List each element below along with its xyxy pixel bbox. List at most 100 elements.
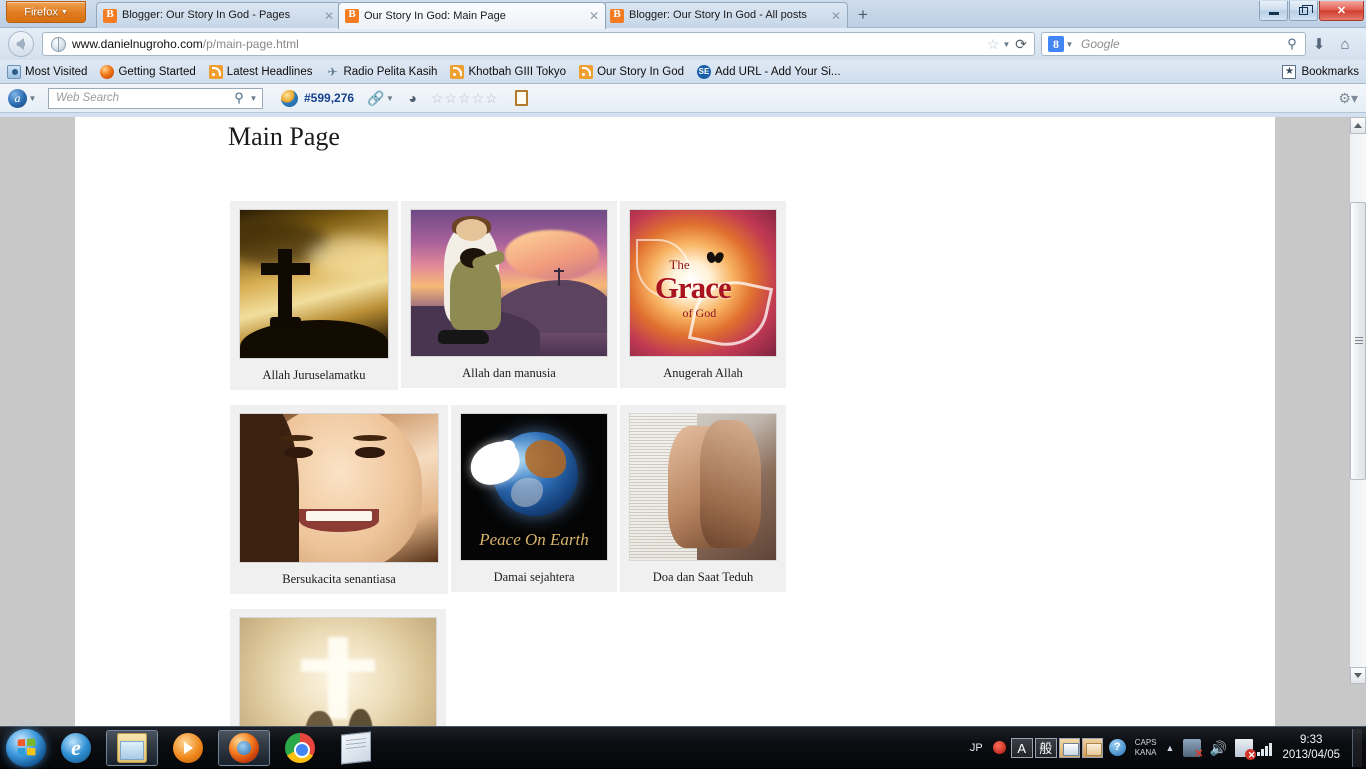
maximize-button[interactable] (1289, 1, 1318, 21)
taskbar-item-windows-explorer[interactable] (106, 730, 158, 766)
card-image-bersukacita-senantiasa[interactable] (239, 413, 439, 563)
media-player-icon (173, 733, 203, 763)
signal-strength-icon[interactable] (1257, 742, 1272, 756)
taskbar-item-notepad[interactable] (330, 730, 382, 766)
traffic-icon[interactable]: ◕ (409, 90, 417, 106)
taskbar-item-media-player[interactable] (162, 730, 214, 766)
clock-date: 2013/04/05 (1282, 749, 1340, 761)
gear-icon[interactable]: ⚙▾ (1338, 90, 1358, 107)
network-disconnected-icon[interactable] (1183, 739, 1201, 757)
tab-close-icon[interactable]: ✕ (829, 10, 843, 22)
ime-help-icon[interactable]: ? (1109, 739, 1126, 756)
clock[interactable]: 9:33 2013/04/05 (1282, 733, 1340, 763)
bookmark-our-story-in-god[interactable]: Our Story In God (579, 65, 684, 79)
card-caption[interactable]: Allah Juruselamatku (262, 368, 365, 383)
home-icon[interactable]: ⌂ (1332, 36, 1358, 53)
ime-language-label[interactable]: JP (970, 742, 983, 754)
alexa-rating-stars[interactable]: ☆☆☆☆☆ (431, 90, 499, 107)
address-bar[interactable]: www.danielnugroho.com/p/main-page.html ☆… (42, 32, 1035, 56)
firefox-menu-button[interactable]: Firefox▼ (6, 1, 86, 23)
page-card[interactable]: Peace On Earth Damai sejahtera (451, 405, 617, 592)
chevron-down-icon[interactable]: ▼ (1064, 40, 1075, 49)
tab-close-icon[interactable]: ✕ (587, 10, 601, 22)
card-image-allah-dan-manusia[interactable] (410, 209, 608, 357)
bookmark-getting-started[interactable]: Getting Started (100, 65, 195, 79)
scrollbar-thumb[interactable] (1350, 202, 1366, 480)
bookmark-most-visited[interactable]: Most Visited (7, 65, 87, 79)
page-card[interactable] (230, 609, 446, 726)
page-card[interactable]: Allah Juruselamatku (230, 201, 398, 390)
page-body: Main Page Allah Juruselamatku (75, 117, 1275, 726)
volume-icon[interactable]: 🔊 (1209, 739, 1227, 757)
page-card[interactable]: Allah dan manusia (401, 201, 617, 388)
search-icon[interactable]: ⚲ (230, 90, 248, 106)
new-tab-button[interactable]: + (852, 5, 874, 26)
bookmark-star-icon[interactable]: ☆ (985, 36, 1001, 53)
reload-icon[interactable]: ⟳ (1012, 36, 1030, 53)
card-image-damai-sejahtera[interactable]: Peace On Earth (460, 413, 608, 561)
ime-input-mode-letter[interactable]: A (1011, 738, 1033, 758)
site-identity-globe-icon (51, 37, 66, 52)
bookmarks-menu-button[interactable]: ★ Bookmarks (1282, 65, 1359, 79)
action-center-flag-icon[interactable] (1235, 739, 1253, 757)
vertical-scrollbar[interactable] (1349, 117, 1366, 684)
chevron-down-icon[interactable]: ▼ (1001, 40, 1012, 49)
chevron-down-icon[interactable]: ▼ (385, 94, 396, 103)
minimize-button[interactable] (1259, 1, 1288, 21)
card-image-doa-dan-saat-teduh[interactable] (629, 413, 777, 561)
card-image-misty-cross[interactable] (239, 617, 437, 726)
start-button[interactable] (6, 729, 46, 767)
card-image-allah-juruselamatku[interactable] (239, 209, 389, 359)
ime-conversion-mode[interactable]: 般 (1035, 738, 1057, 758)
back-button[interactable] (8, 31, 34, 57)
tray-expand-chevron-icon[interactable]: ▲ (1166, 743, 1175, 753)
taskbar-item-firefox[interactable] (218, 730, 270, 766)
downloads-icon[interactable]: ⬇ (1306, 35, 1332, 53)
chevron-down-icon[interactable]: ▼ (27, 94, 38, 103)
scroll-down-button[interactable] (1350, 667, 1366, 684)
search-bar[interactable]: 8 ▼ Google ⚲ (1041, 32, 1306, 56)
grace-main-text: Grace (655, 270, 731, 306)
browser-tab-1[interactable]: Blogger: Our Story In God - Pages ✕ (96, 2, 341, 28)
card-image-anugerah-allah[interactable]: The Grace of God (629, 209, 777, 357)
card-caption[interactable]: Damai sejahtera (494, 570, 575, 585)
ime-tools-icon[interactable] (1082, 738, 1103, 758)
card-caption[interactable]: Bersukacita senantiasa (282, 572, 396, 587)
alexa-logo-icon[interactable]: a (8, 89, 27, 108)
paper-plane-icon: ✈ (325, 65, 339, 79)
minimize-icon (1269, 12, 1279, 15)
page-card[interactable]: Bersukacita senantiasa (230, 405, 448, 594)
ime-status-icon[interactable] (993, 741, 1006, 754)
bookmark-latest-headlines[interactable]: Latest Headlines (209, 65, 313, 79)
link-icon[interactable]: 🔗 (367, 90, 384, 107)
notebook-icon[interactable] (515, 90, 528, 106)
bookmark-khotbah-giii-tokyo[interactable]: Khotbah GIII Tokyo (450, 65, 566, 79)
alexa-rank-value[interactable]: #599,276 (304, 91, 354, 105)
chevron-down-icon[interactable]: ▼ (248, 94, 259, 103)
google-icon[interactable]: 8 (1048, 36, 1064, 52)
bookmark-radio-pelita-kasih[interactable]: ✈ Radio Pelita Kasih (325, 65, 437, 79)
internet-explorer-icon: e (61, 733, 91, 763)
page-card[interactable]: Doa dan Saat Teduh (620, 405, 786, 592)
card-caption[interactable]: Allah dan manusia (462, 366, 556, 381)
cross-icon (328, 637, 348, 719)
firefox-icon (229, 733, 259, 763)
alexa-search-box[interactable]: Web Search ⚲ ▼ (48, 88, 263, 109)
alexa-search-input[interactable]: Web Search (52, 92, 230, 104)
search-input[interactable]: Google (1081, 37, 1283, 51)
taskbar-item-internet-explorer[interactable]: e (50, 730, 102, 766)
taskbar-item-chrome[interactable] (274, 730, 326, 766)
browser-tab-3[interactable]: Blogger: Our Story In God - All posts ✕ (603, 2, 848, 28)
card-caption[interactable]: Doa dan Saat Teduh (653, 570, 754, 585)
close-button[interactable]: ✕ (1319, 1, 1364, 21)
card-caption[interactable]: Anugerah Allah (663, 366, 743, 381)
scroll-up-button[interactable] (1350, 117, 1366, 134)
bookmark-add-url[interactable]: SE Add URL - Add Your Si... (697, 65, 841, 79)
browser-tab-2[interactable]: Our Story In God: Main Page ✕ (338, 2, 606, 29)
search-icon[interactable]: ⚲ (1283, 36, 1301, 52)
show-desktop-button[interactable] (1352, 729, 1362, 767)
ime-dictionary-icon[interactable] (1059, 738, 1080, 758)
bookmark-label: Khotbah GIII Tokyo (468, 66, 566, 78)
page-card[interactable]: The Grace of God Anugerah Allah (620, 201, 786, 388)
tab-close-icon[interactable]: ✕ (322, 10, 336, 22)
